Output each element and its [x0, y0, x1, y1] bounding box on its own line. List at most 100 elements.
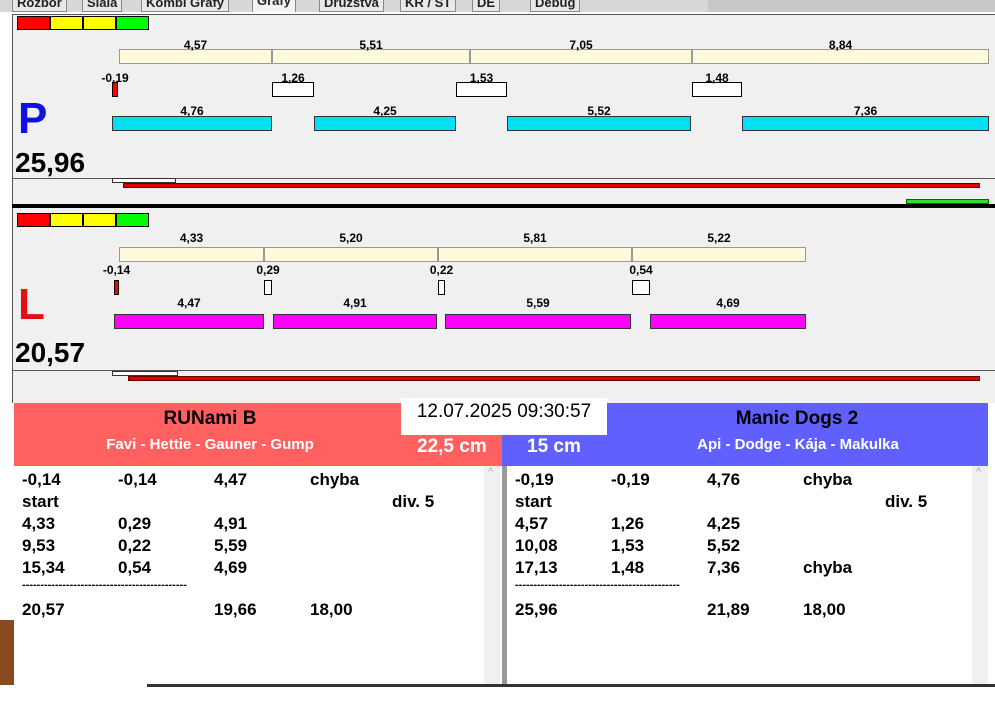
tab-5[interactable]: KR / ST — [400, 0, 457, 12]
split-label: 8,84 — [828, 38, 853, 52]
tab-2[interactable]: Kombi Grafy — [141, 0, 230, 12]
result-cell: 21,89 — [707, 600, 750, 619]
status-light — [116, 16, 149, 30]
result-cell: -0,14 — [22, 470, 61, 489]
result-cell: chyba — [803, 470, 853, 489]
lane-total: 25,96 — [15, 147, 86, 178]
split-bar — [438, 247, 632, 262]
left-team-distance: 22,5 cm — [417, 436, 487, 457]
run-bar — [314, 116, 456, 131]
run-bar — [114, 314, 264, 329]
result-cell: 0,54 — [118, 558, 152, 577]
reaction-box — [264, 280, 272, 295]
result-cell: 5,52 — [707, 536, 741, 555]
run-bar — [445, 314, 631, 329]
run-label: 5,59 — [526, 296, 550, 310]
result-cell: 1,26 — [611, 514, 645, 533]
result-cell: 4,69 — [214, 558, 248, 577]
left-team-name: RUNami B — [163, 408, 257, 429]
left-team-results: -0,14 -0,14 4,47 chyba start div. 5 4,33 0,29 4,… — [14, 466, 502, 685]
reaction-label: -0,19 — [101, 71, 129, 85]
status-light — [83, 16, 116, 30]
reaction-box — [438, 280, 445, 295]
split-label: 4,57 — [183, 38, 208, 52]
result-cell: 15,34 — [22, 558, 65, 577]
run-bar — [650, 314, 806, 329]
result-cell: 20,57 — [22, 600, 65, 619]
lane-letter: L — [18, 280, 45, 329]
background-edge — [0, 620, 14, 685]
result-cell: 4,33 — [22, 514, 56, 533]
result-cell: 19,66 — [214, 600, 257, 619]
bottom-edge — [147, 684, 995, 687]
scrollbar[interactable] — [972, 466, 988, 685]
result-cell: 10,08 — [515, 536, 558, 555]
result-cell: 4,47 — [214, 470, 248, 489]
toolbar-area — [708, 0, 995, 12]
tab-0[interactable]: Rozbor — [12, 0, 67, 12]
run-bar — [507, 116, 691, 131]
result-cell: 18,00 — [803, 600, 846, 619]
right-team-results: -0,19 -0,19 4,76 chyba start div. 5 4,57 1,26 4,… — [507, 466, 988, 685]
run-label: 7,36 — [853, 104, 878, 118]
reaction-label: 1,48 — [705, 71, 729, 85]
result-cell: ----------------------------------------… — [22, 579, 187, 591]
result-cell: 17,13 — [515, 558, 558, 577]
status-light — [17, 16, 50, 30]
status-light — [116, 213, 149, 227]
reaction-label: 0,22 — [429, 263, 454, 277]
result-cell: start — [515, 492, 552, 511]
right-team-distance: 15 cm — [527, 436, 581, 457]
run-label: 4,76 — [180, 104, 204, 118]
result-cell: chyba — [803, 558, 853, 577]
result-cell: 0,29 — [118, 514, 152, 533]
run-bar — [742, 116, 989, 131]
right-team-dogs: Api - Dodge - Kája - Makulka — [697, 436, 899, 453]
result-cell: 18,00 — [310, 600, 353, 619]
status-light — [50, 213, 83, 227]
run-bar — [273, 314, 437, 329]
run-label: 4,91 — [343, 296, 367, 310]
lane-letter: P — [18, 94, 48, 143]
split-bar — [632, 247, 806, 262]
result-cell: div. 5 — [392, 492, 435, 511]
tab-4[interactable]: Družstva — [319, 0, 384, 12]
run-label: 5,52 — [587, 104, 611, 118]
result-cell: 5,59 — [214, 536, 248, 555]
run-label: 4,47 — [177, 296, 201, 310]
scrollbar[interactable] — [484, 466, 500, 685]
result-cell: -0,14 — [118, 470, 157, 489]
split-label: 5,20 — [339, 231, 363, 245]
run-label: 4,69 — [716, 296, 740, 310]
result-cell: start — [22, 492, 59, 511]
split-bar — [119, 247, 264, 262]
reaction-label: 1,53 — [469, 71, 494, 85]
split-bar — [264, 247, 438, 262]
datetime: 12.07.2025 09:30:57 — [401, 398, 607, 435]
lane-l-panel: 4,33 5,20 5,81 5,22 -0,14 0,29 0,22 0,54 4,47 4,9… — [12, 208, 995, 383]
left-team-dogs: Favi - Hettie - Gauner - Gump — [106, 436, 314, 453]
run-label: 4,25 — [373, 104, 397, 118]
result-cell: div. 5 — [885, 492, 928, 511]
result-cell: 4,57 — [515, 514, 549, 533]
tab-1[interactable]: Síala — [82, 0, 123, 12]
result-cell: 4,76 — [707, 470, 741, 489]
result-cell: ----------------------------------------… — [515, 579, 680, 591]
lane-total: 20,57 — [15, 337, 86, 368]
result-cell: 9,53 — [22, 536, 56, 555]
status-light — [50, 16, 83, 30]
result-cell: -0,19 — [515, 470, 554, 489]
split-label: 5,51 — [359, 38, 383, 52]
tab-3[interactable]: Grafy — [252, 0, 296, 12]
reaction-box — [114, 280, 119, 295]
reaction-label: 0,29 — [256, 263, 280, 277]
split-label: 4,33 — [179, 231, 204, 245]
tab-6[interactable]: DE — [472, 0, 501, 12]
result-cell: 1,53 — [611, 536, 645, 555]
tab-bar: Rozbor Síala Kombi Grafy Grafy Družstva KR / … — [0, 0, 720, 12]
result-cell: 7,36 — [707, 558, 741, 577]
result-cell: chyba — [310, 470, 360, 489]
reaction-label: -0,14 — [102, 263, 131, 277]
tab-7[interactable]: Debug — [530, 0, 581, 12]
reaction-label: 1,26 — [281, 71, 305, 85]
